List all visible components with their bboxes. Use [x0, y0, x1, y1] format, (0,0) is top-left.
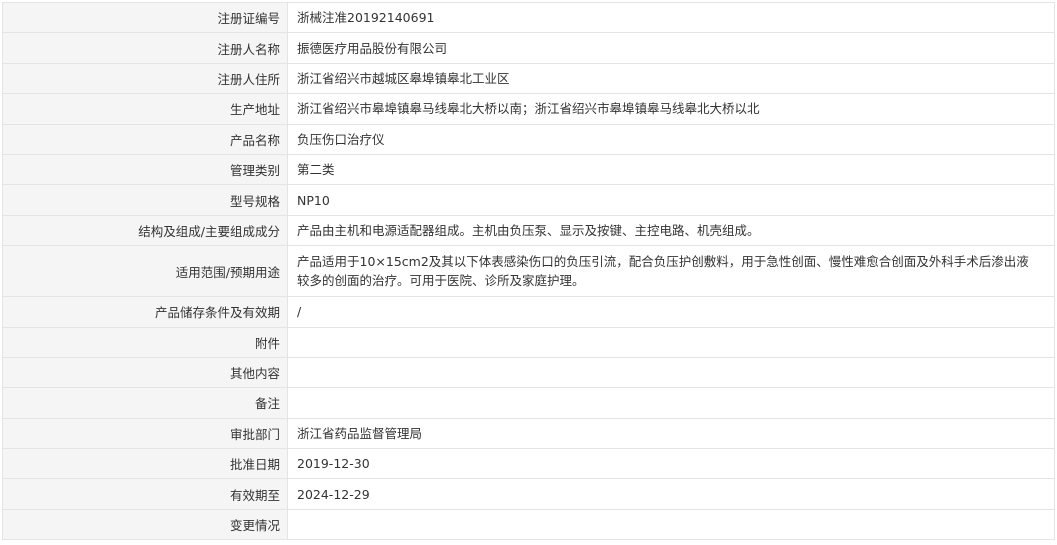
row-label: 生产地址	[2, 93, 288, 125]
row-value: 产品适用于10×15cm2及其以下体表感染伤口的负压引流，配合负压护创敷料，用于…	[287, 245, 1055, 298]
table-row-registrant-address: 注册人住所 浙江省绍兴市越城区皋埠镇皋北工业区	[2, 62, 1055, 95]
table-row-change-history: 变更情况	[2, 508, 1055, 541]
row-label: 注册人住所	[2, 62, 288, 95]
table-row-registrant-name: 注册人名称 振德医疗用品股份有限公司	[2, 32, 1055, 64]
row-value	[287, 508, 1055, 541]
row-label: 产品名称	[2, 123, 288, 155]
row-value	[287, 387, 1055, 419]
table-row-intended-use: 适用范围/预期用途 产品适用于10×15cm2及其以下体表感染伤口的负压引流，配…	[2, 245, 1055, 298]
row-label: 附件	[2, 326, 288, 358]
table-row-remarks: 备注	[2, 387, 1055, 419]
row-value: /	[287, 296, 1055, 328]
row-value: 浙江省药品监督管理局	[287, 417, 1055, 450]
row-value: 浙械注准20192140691	[287, 1, 1055, 34]
row-value-line: 产品适用于10×15cm2及其以下体表感染伤口的负压引流，配合负压护创敷料，用于…	[297, 254, 1029, 270]
table-row-attachments: 附件	[2, 326, 1055, 358]
row-label: 型号规格	[2, 184, 288, 216]
table-row-model-spec: 型号规格 NP10	[2, 184, 1055, 216]
row-label: 产品储存条件及有效期	[2, 296, 288, 328]
row-value: 浙江省绍兴市越城区皋埠镇皋北工业区	[287, 62, 1055, 95]
row-value: 振德医疗用品股份有限公司	[287, 32, 1055, 64]
row-label: 结构及组成/主要组成成分	[2, 214, 288, 247]
row-label: 审批部门	[2, 417, 288, 450]
row-label: 变更情况	[2, 508, 288, 541]
row-value	[287, 326, 1055, 358]
row-value-line: 较多的创面的治疗。可用于医院、诊所及家庭护理。	[297, 273, 585, 289]
row-value: 浙江省绍兴市皋埠镇皋马线皋北大桥以南；浙江省绍兴市皋埠镇皋马线皋北大桥以北	[287, 93, 1055, 125]
row-label: 其他内容	[2, 356, 288, 389]
row-label: 注册证编号	[2, 1, 288, 34]
row-value	[287, 356, 1055, 389]
row-value: 2024-12-29	[287, 478, 1055, 510]
row-value: 产品由主机和电源适配器组成。主机由负压泵、显示及按键、主控电路、机壳组成。	[287, 214, 1055, 247]
table-row-product-name: 产品名称 负压伤口治疗仪	[2, 123, 1055, 155]
table-row-valid-until: 有效期至 2024-12-29	[2, 478, 1055, 510]
table-row-storage-validity: 产品储存条件及有效期 /	[2, 296, 1055, 328]
row-value: 负压伤口治疗仪	[287, 123, 1055, 155]
row-label: 有效期至	[2, 478, 288, 510]
table-row-approval-date: 批准日期 2019-12-30	[2, 448, 1055, 480]
registration-info-table: 注册证编号 浙械注准20192140691 注册人名称 振德医疗用品股份有限公司…	[2, 1, 1055, 541]
row-label: 管理类别	[2, 153, 288, 186]
table-row-other-content: 其他内容	[2, 356, 1055, 389]
row-value: 第二类	[287, 153, 1055, 186]
table-row-management-category: 管理类别 第二类	[2, 153, 1055, 186]
row-value: 2019-12-30	[287, 448, 1055, 480]
row-value: NP10	[287, 184, 1055, 216]
table-row-structure-composition: 结构及组成/主要组成成分 产品由主机和电源适配器组成。主机由负压泵、显示及按键、…	[2, 214, 1055, 247]
table-row-production-address: 生产地址 浙江省绍兴市皋埠镇皋马线皋北大桥以南；浙江省绍兴市皋埠镇皋马线皋北大桥…	[2, 93, 1055, 125]
row-label: 注册人名称	[2, 32, 288, 64]
row-label: 适用范围/预期用途	[2, 245, 288, 298]
row-label: 备注	[2, 387, 288, 419]
table-row-registration-number: 注册证编号 浙械注准20192140691	[2, 1, 1055, 34]
table-row-approval-department: 审批部门 浙江省药品监督管理局	[2, 417, 1055, 450]
row-label: 批准日期	[2, 448, 288, 480]
registration-info-table-container: 注册证编号 浙械注准20192140691 注册人名称 振德医疗用品股份有限公司…	[2, 1, 1055, 541]
